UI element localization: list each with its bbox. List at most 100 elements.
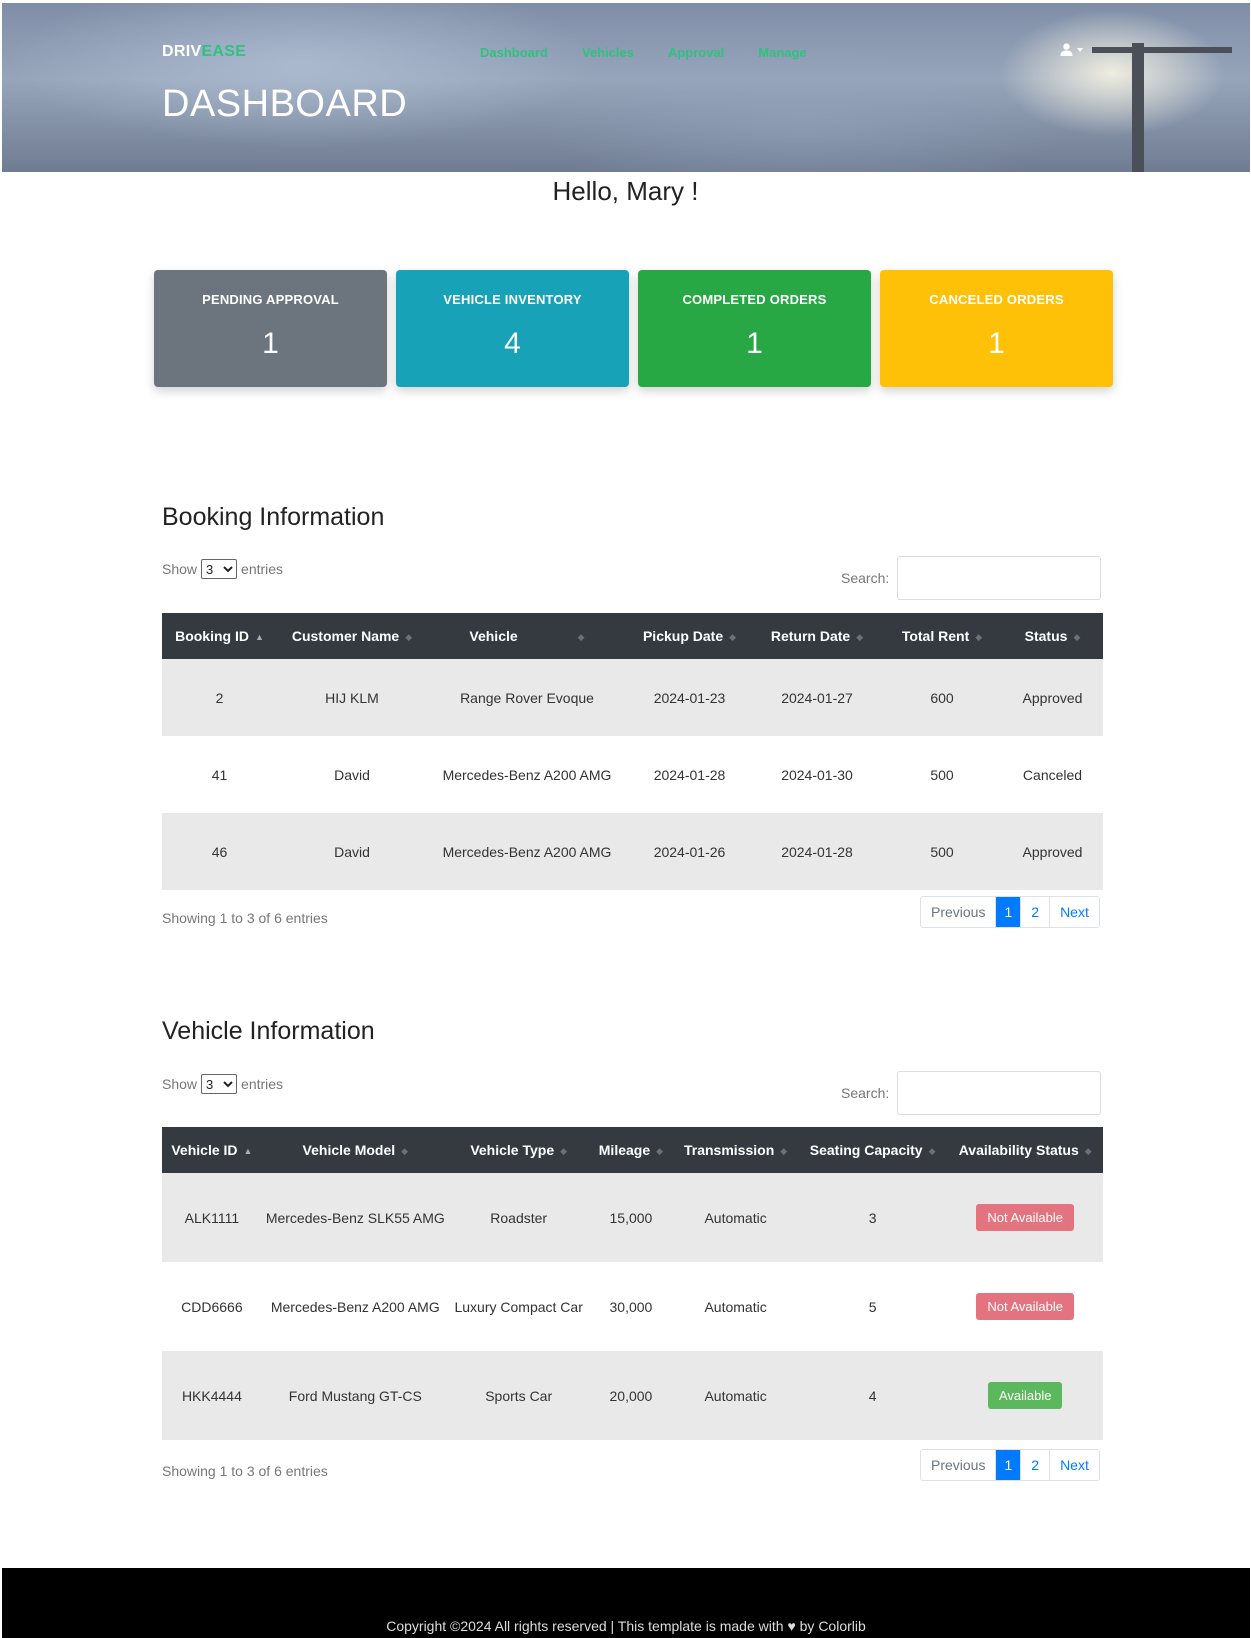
vehicle-entries-select[interactable]: 3	[201, 1074, 238, 1094]
cell-transmission: Automatic	[704, 1209, 767, 1226]
status-badge: Available	[987, 1382, 1063, 1409]
cell-availability-status: Not Available	[947, 1173, 1103, 1262]
booking-entries-select[interactable]: 3	[201, 559, 238, 579]
col-booking-id[interactable]: Booking ID ▲	[162, 613, 277, 659]
status-badge: Not Available	[976, 1204, 1075, 1231]
cell-pickup-date: 2024-01-26	[653, 843, 726, 860]
col-pickup-date[interactable]: Pickup Date ◆	[627, 613, 752, 659]
pagination-previous[interactable]: Previous	[921, 897, 995, 927]
cell-vehicle-type: Roadster	[490, 1209, 548, 1226]
cell-vehicle-id: ALK1111	[184, 1209, 240, 1226]
card-value: 1	[988, 327, 1005, 360]
pagination-previous[interactable]: Previous	[921, 1450, 995, 1480]
page-title: DASHBOARD	[162, 83, 408, 125]
card-canceled-orders[interactable]: CANCELED ORDERS 1	[880, 270, 1113, 387]
cell-customer-name: David	[334, 766, 370, 783]
sort-icon: ◆	[656, 1145, 664, 1156]
nav-manage[interactable]: Manage	[758, 45, 806, 60]
entries-label: entries	[241, 1076, 284, 1092]
table-row: ALK1111 Mercedes-Benz SLK55 AMG Roadster…	[162, 1173, 1103, 1262]
vehicle-search: Search:	[841, 1071, 1102, 1115]
cell-status: Approved	[1022, 689, 1083, 706]
col-customer-name[interactable]: Customer Name ◆	[277, 613, 427, 659]
cell-status: Approved	[1022, 843, 1083, 860]
chevron-down-icon	[1077, 47, 1083, 52]
cell-total-rent: 500	[930, 843, 954, 860]
vehicle-pagination: Previous 1 2 Next	[920, 1449, 1100, 1481]
pagination-page-1[interactable]: 1	[995, 1450, 1021, 1480]
footer-credit-link[interactable]: by Colorlib	[800, 1618, 866, 1634]
booking-section-title: Booking Information	[162, 503, 385, 531]
cell-vehicle-model: Mercedes-Benz SLK55 AMG	[265, 1209, 445, 1226]
col-vehicle-model[interactable]: Vehicle Model ◆	[262, 1127, 449, 1173]
booking-search-input[interactable]	[897, 556, 1102, 600]
col-return-date[interactable]: Return Date ◆	[752, 613, 882, 659]
cell-seating-capacity: 4	[868, 1387, 877, 1404]
cell-mileage: 20,000	[609, 1387, 653, 1404]
greeting: Hello, Mary !	[552, 176, 699, 206]
cell-vehicle-type: Luxury Compact Car	[454, 1298, 583, 1315]
stat-cards: PENDING APPROVAL 1 VEHICLE INVENTORY 4 C…	[154, 270, 1113, 387]
table-row: 46 David Mercedes-Benz A200 AMG 2024-01-…	[162, 813, 1103, 890]
card-label: COMPLETED ORDERS	[682, 292, 827, 307]
card-completed-orders[interactable]: COMPLETED ORDERS 1	[638, 270, 871, 387]
col-mileage[interactable]: Mileage ◆	[589, 1127, 674, 1173]
col-vehicle[interactable]: Vehicle ◆	[427, 613, 627, 659]
col-vehicle-type[interactable]: Vehicle Type ◆	[449, 1127, 589, 1173]
brand-logo[interactable]: DRIVEASE	[162, 43, 246, 61]
pagination-next[interactable]: Next	[1049, 897, 1099, 927]
cell-availability-status: Not Available	[947, 1262, 1103, 1351]
cell-pickup-date: 2024-01-28	[653, 766, 726, 783]
nav-dashboard[interactable]: Dashboard	[480, 45, 548, 60]
booking-pagination: Previous 1 2 Next	[920, 896, 1100, 928]
booking-search: Search:	[841, 556, 1102, 600]
cell-return-date: 2024-01-30	[781, 766, 853, 783]
pagination-page-1[interactable]: 1	[995, 897, 1021, 927]
col-availability-status[interactable]: Availability Status ◆	[947, 1127, 1103, 1173]
cell-transmission: Automatic	[704, 1298, 767, 1315]
cell-vehicle: Mercedes-Benz A200 AMG	[442, 843, 612, 860]
col-transmission[interactable]: Transmission ◆	[673, 1127, 798, 1173]
nav-vehicles[interactable]: Vehicles	[582, 45, 634, 60]
table-row: 41 David Mercedes-Benz A200 AMG 2024-01-…	[162, 736, 1103, 813]
pagination-page-2[interactable]: 2	[1020, 897, 1049, 927]
nav-approval[interactable]: Approval	[668, 45, 724, 60]
vehicle-section-title: Vehicle Information	[162, 1017, 375, 1045]
card-pending-approval[interactable]: PENDING APPROVAL 1	[154, 270, 387, 387]
cell-mileage: 30,000	[609, 1298, 653, 1315]
card-label: PENDING APPROVAL	[202, 292, 339, 307]
cell-vehicle-type: Sports Car	[485, 1387, 553, 1404]
status-badge: Not Available	[976, 1293, 1075, 1320]
table-row: CDD6666 Mercedes-Benz A200 AMG Luxury Co…	[162, 1262, 1103, 1351]
cell-customer-name: HIJ KLM	[325, 689, 379, 706]
vehicle-length-control: Show 3 entries	[162, 1074, 283, 1094]
cell-return-date: 2024-01-28	[781, 843, 853, 860]
sort-icon: ◆	[1084, 1145, 1092, 1156]
vehicle-search-input[interactable]	[897, 1071, 1102, 1115]
cell-pickup-date: 2024-01-23	[653, 689, 726, 706]
sort-asc-icon: ▲	[254, 631, 264, 642]
entries-label: entries	[241, 561, 284, 577]
street-lamp-pole	[1132, 43, 1144, 172]
sort-icon: ◆	[577, 631, 585, 642]
pagination-next[interactable]: Next	[1049, 1450, 1099, 1480]
col-seating-capacity[interactable]: Seating Capacity ◆	[798, 1127, 947, 1173]
card-label: VEHICLE INVENTORY	[443, 292, 582, 307]
col-vehicle-id[interactable]: Vehicle ID ▲	[162, 1127, 262, 1173]
table-header-row: Booking ID ▲ Customer Name ◆ Vehicle ◆ Pick…	[162, 613, 1103, 659]
hero-banner: DRIVEASE Dashboard Vehicles Approval Man…	[2, 3, 1250, 172]
brand-part-2: EASE	[201, 43, 247, 60]
sort-asc-icon: ▲	[243, 1145, 253, 1156]
col-total-rent[interactable]: Total Rent ◆	[882, 613, 1002, 659]
col-status[interactable]: Status ◆	[1002, 613, 1103, 659]
card-vehicle-inventory[interactable]: VEHICLE INVENTORY 4	[396, 270, 629, 387]
cell-vehicle-id: HKK4444	[181, 1387, 242, 1404]
sort-icon: ◆	[1073, 631, 1081, 642]
table-row: HKK4444 Ford Mustang GT-CS Sports Car 20…	[162, 1351, 1103, 1440]
cell-total-rent: 600	[930, 689, 954, 706]
pagination-page-2[interactable]: 2	[1020, 1450, 1049, 1480]
search-label: Search:	[841, 570, 890, 586]
sort-icon: ◆	[729, 631, 737, 642]
user-menu-toggle[interactable]	[1060, 43, 1083, 56]
cell-vehicle: Mercedes-Benz A200 AMG	[442, 766, 612, 783]
